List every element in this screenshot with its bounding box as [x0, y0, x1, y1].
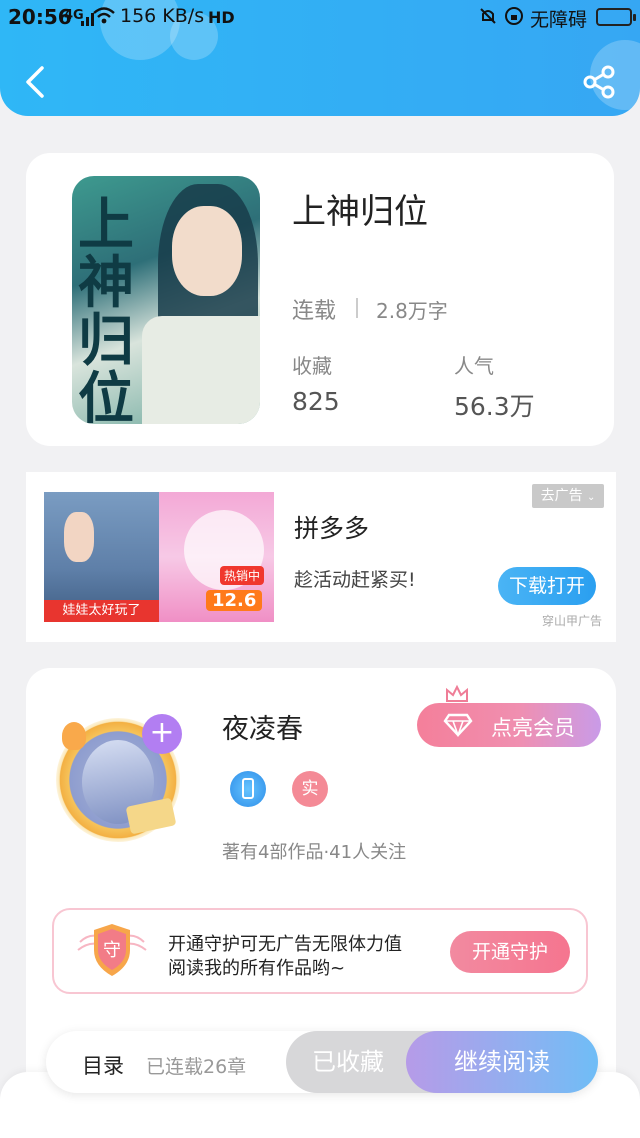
phone-badge-icon [230, 771, 266, 807]
vip-button[interactable]: 点亮会员 [417, 703, 601, 747]
author-name: 夜凌春 [222, 714, 303, 745]
book-status: 连载 [292, 299, 337, 324]
guard-text-line1: 开通守护可无广告无限体力值 [168, 934, 402, 955]
guard-text-line2: 阅读我的所有作品哟~ [168, 958, 346, 979]
guard-shield-icon: 守 [76, 920, 148, 980]
cover-art [172, 206, 242, 296]
diamond-icon [443, 713, 473, 742]
ad-download-button[interactable]: 下载打开 [498, 567, 596, 605]
open-guard-button[interactable]: 开通守护 [450, 931, 570, 973]
ad-doll [64, 512, 94, 562]
favorites-count: 825 [292, 387, 340, 416]
status-bar: 20:56 4G 156 KB/s HD 无障碍 [0, 0, 640, 34]
author-stats: 著有4部作品·41人关注 [222, 842, 407, 863]
avatar-flame [62, 722, 86, 750]
plus-icon: + [149, 715, 175, 750]
ad-image-tag: 热销中 [220, 566, 265, 585]
network-speed: 156 KB/s [120, 5, 205, 27]
wifi-icon [92, 6, 116, 31]
battery-icon [596, 8, 636, 26]
ad-image[interactable]: 娃娃太好玩了 热销中 12.6 [44, 492, 274, 622]
guard-badge-label: 守 [103, 940, 121, 961]
header-bar: 20:56 4G 156 KB/s HD 无障碍 [0, 0, 640, 116]
ad-slogan: 趁活动赶紧买! [294, 569, 416, 591]
ad-source: 穿山甲广告 [542, 614, 603, 628]
book-cover[interactable]: 上神归位 [72, 176, 260, 424]
share-button[interactable] [580, 62, 620, 102]
popularity-label: 人气 [454, 354, 494, 378]
follow-plus-button[interactable]: + [142, 714, 182, 754]
status-time: 20:56 [8, 5, 72, 29]
favorites-label: 收藏 [292, 354, 332, 378]
chevron-down-icon: ⌄ [587, 492, 596, 503]
cover-art [142, 316, 260, 424]
remove-ads-button[interactable]: 去广告 ⌄ [532, 484, 604, 508]
continue-reading-button[interactable]: 继续阅读 [406, 1031, 598, 1093]
hd-icon: HD [208, 8, 235, 27]
mute-icon [478, 6, 498, 31]
divider [356, 298, 358, 318]
lock-rotation-icon [504, 6, 524, 31]
verified-badge: 实 [292, 771, 328, 807]
back-button[interactable] [20, 62, 50, 102]
book-title: 上神归位 [292, 192, 428, 232]
ad-image-caption: 娃娃太好玩了 [44, 600, 159, 622]
word-count: 2.8万字 [376, 299, 448, 323]
chapter-count: 已连载26章 [146, 1056, 247, 1078]
catalog-button[interactable]: 目录 [82, 1050, 124, 1080]
ad-image-price: 12.6 [206, 590, 263, 611]
popularity-count: 56.3万 [454, 392, 535, 421]
share-icon [583, 65, 615, 99]
verified-badge-label: 实 [301, 779, 319, 799]
vip-button-label: 点亮会员 [491, 716, 575, 740]
accessibility-label: 无障碍 [530, 9, 588, 31]
chevron-left-icon [26, 66, 44, 98]
ad-app-name: 拼多多 [294, 514, 370, 543]
cover-title-art: 上神归位 [78, 192, 134, 424]
remove-ads-label: 去广告 [540, 488, 583, 504]
